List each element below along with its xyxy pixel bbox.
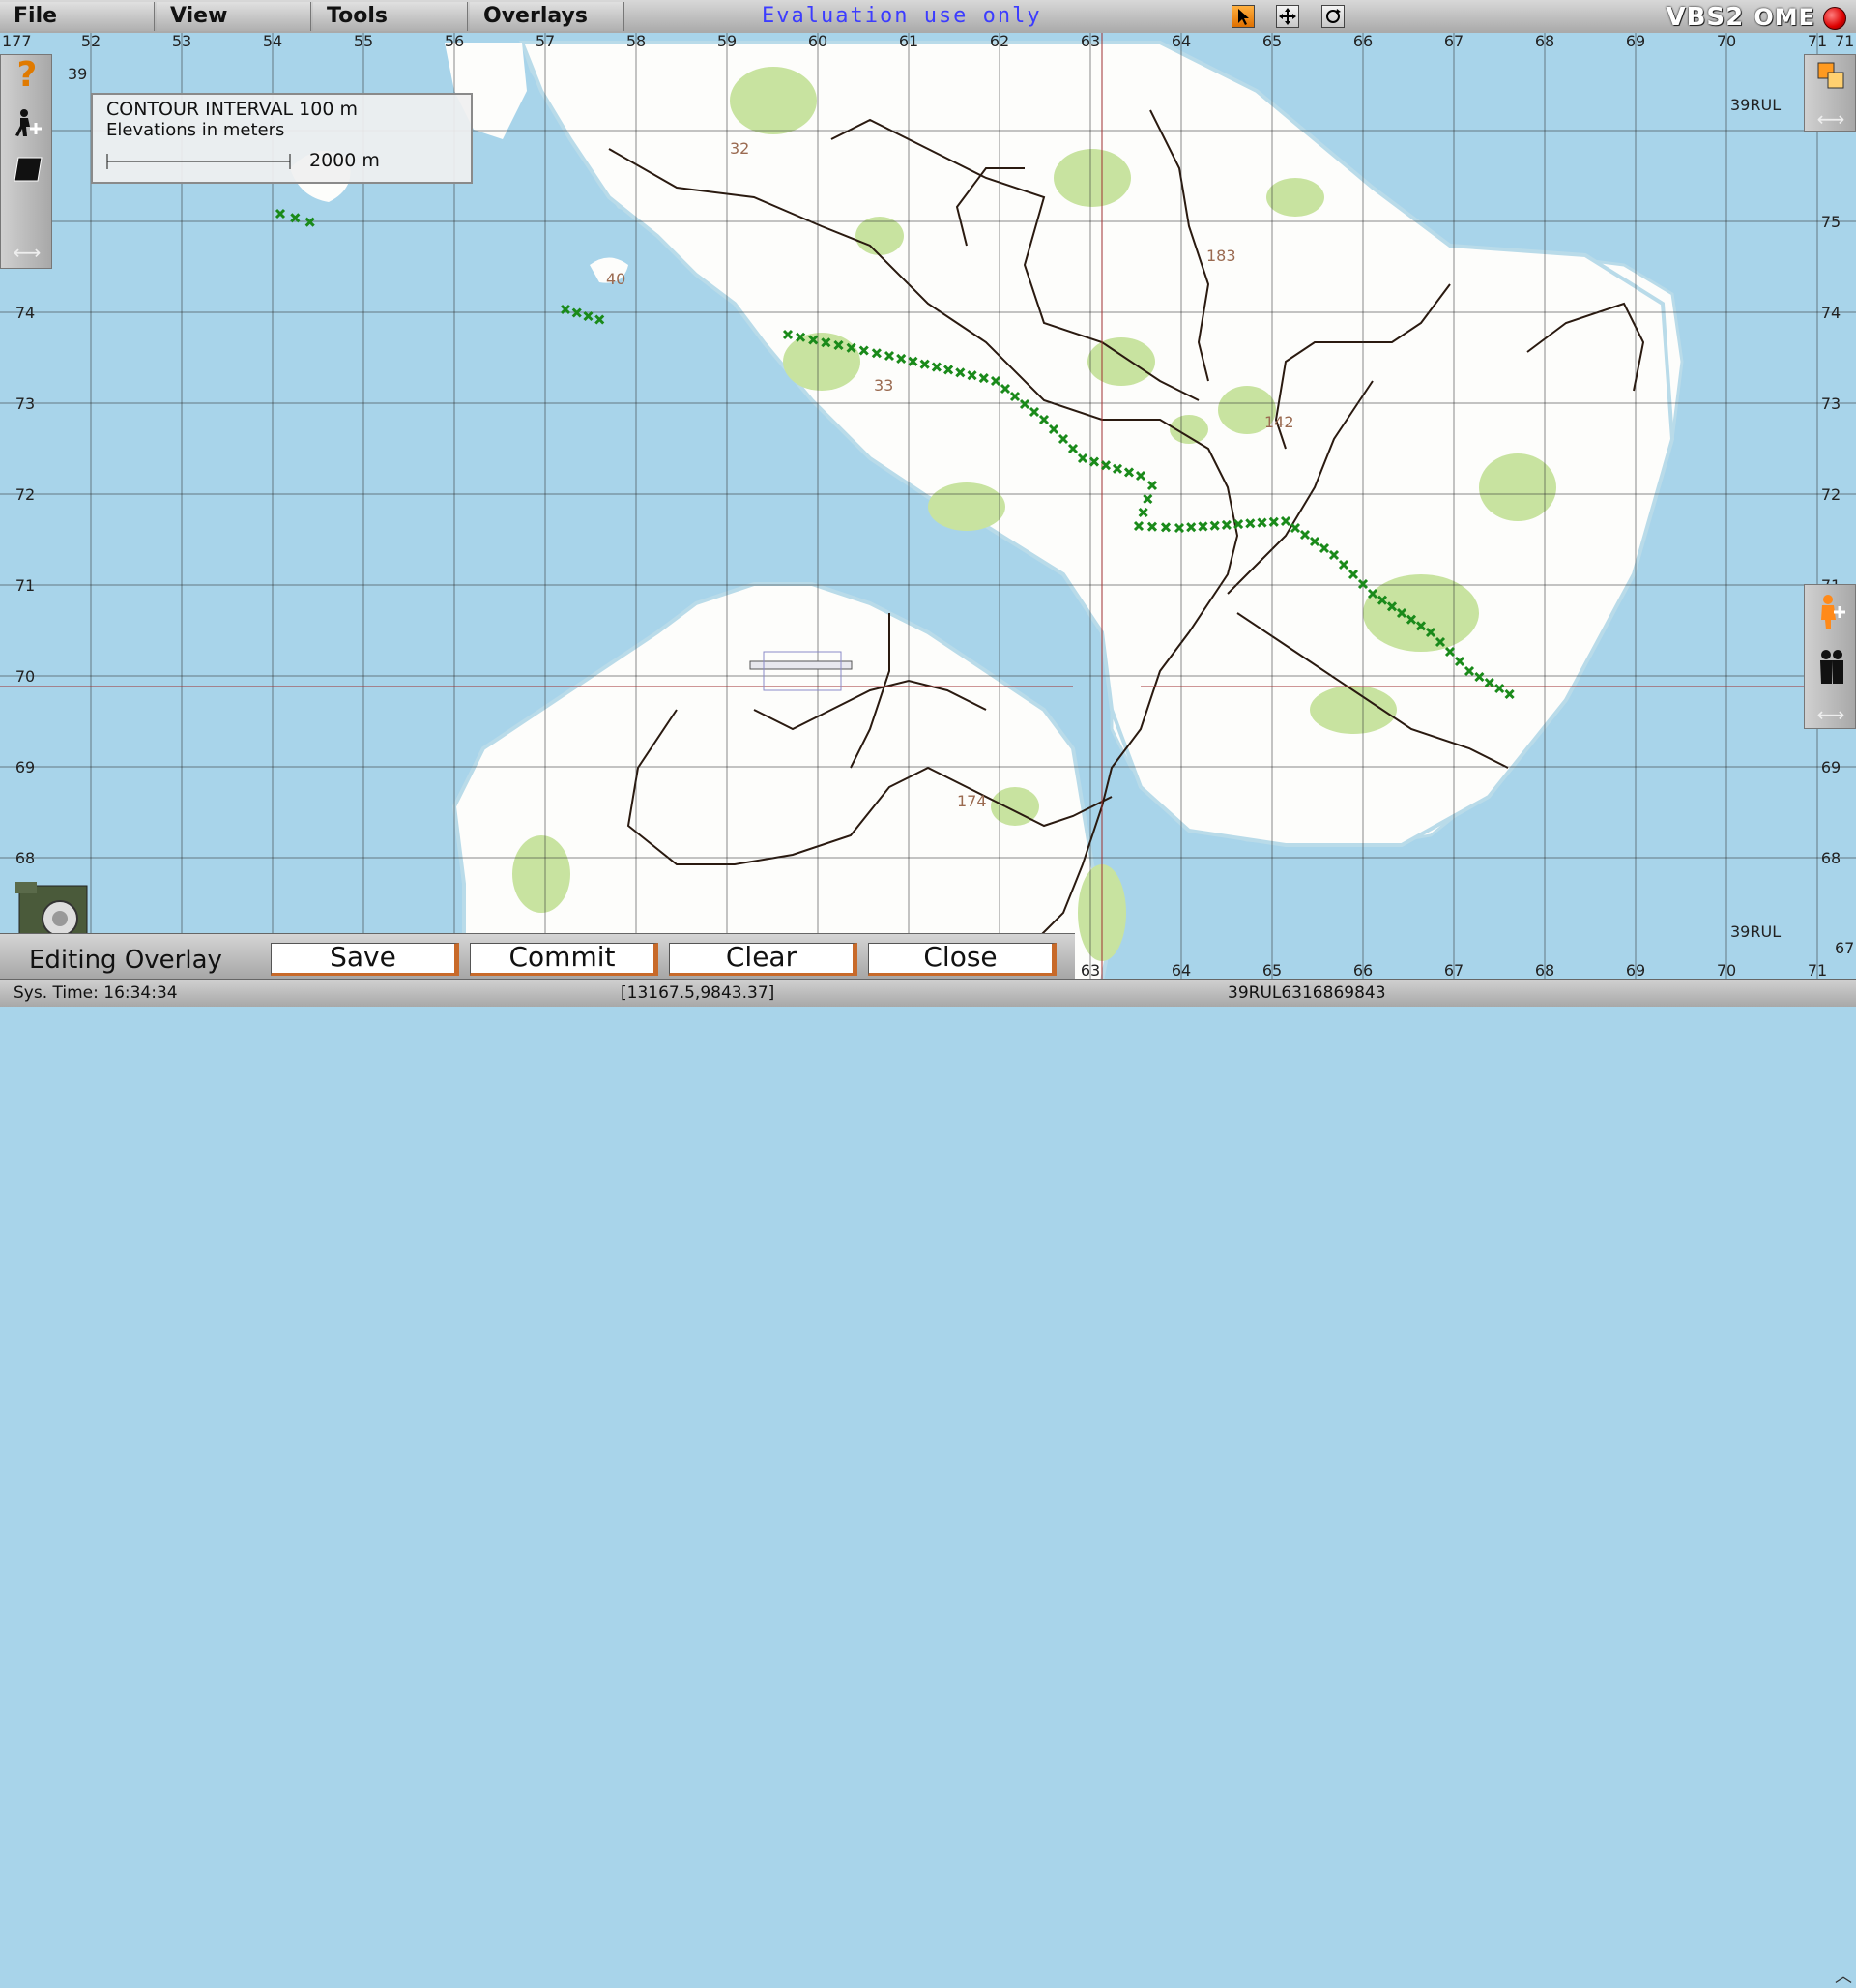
grid-label-top: 62 [990,33,1009,50]
grid-label-right: 75 [1821,213,1841,231]
record-indicator-icon[interactable] [1823,7,1846,30]
grid-label-top: 60 [808,33,827,50]
menu-overlays[interactable]: Overlays [470,2,624,31]
grid-label-left: 71 [15,576,35,595]
grid-label-bottom: 67 [1444,961,1464,979]
grid-label-top: 65 [1262,33,1282,50]
grid-label-top: 70 [1717,33,1736,50]
clear-button[interactable]: Clear [669,943,857,976]
cursor-coordinates: [13167.5,9843.37] [621,983,775,1003]
grid-label-bottom: 69 [1626,961,1645,979]
save-button[interactable]: Save [271,943,459,976]
top-menu-bar: File View Tools Overlays Evaluation use … [0,0,1856,34]
grid-label-top: 59 [717,33,737,50]
grid-corner-label: 177 [2,33,32,50]
map-legend: CONTOUR INTERVAL 100 m Elevations in met… [91,93,473,184]
grid-label-right: 72 [1821,485,1841,504]
grid-label-top: 52 [81,33,101,50]
grid-label-right: 68 [1821,849,1841,867]
grid-label-right: 74 [1821,304,1841,322]
grid-zone-label: 39RUL [1730,96,1781,114]
grid-zone-label-left: 39 [68,65,87,83]
grid-label-left: 72 [15,485,35,504]
grid-label-right: 69 [1821,758,1841,776]
menu-file[interactable]: File [0,2,155,31]
grid-label-top: 55 [354,33,373,50]
scale-label: 2000 m [309,150,380,171]
grid-label-bottom: 68 [1535,961,1554,979]
grid-label-bottom: 63 [1081,961,1100,979]
grid-zone-label-bottom: 39RUL [1730,922,1781,941]
map-view[interactable]: 52 53 54 55 56 57 58 59 60 61 62 63 64 65 66 67 68 69 70 71… [0,33,1856,980]
scale-bar [106,154,291,169]
pointer-icon [1238,9,1249,25]
grid-label-bottom: 64 [1172,961,1191,979]
elevation-label: 183 [1206,247,1236,265]
grid-label-top: 64 [1172,33,1191,50]
grid-label-top: 61 [899,33,918,50]
map-layer-icon[interactable] [13,152,43,182]
system-time: Sys. Time: 16:34:34 [14,983,178,1003]
grid-corner-label-right: 71 [1835,33,1854,50]
expand-units-panel-icon[interactable]: ⟷ [1812,705,1849,724]
evaluation-notice: Evaluation use only [762,4,1042,28]
grid-label-right: 73 [1821,395,1841,413]
grid-label-left: 73 [15,395,35,413]
help-icon[interactable]: ? [13,58,42,93]
grid-corner-label-bottom: 67 [1835,939,1854,957]
grid-label-top: 63 [1081,33,1100,50]
right-tool-panel-units: ⟷ [1804,584,1856,729]
grid-label-top: 54 [263,33,282,50]
pan-tool-button[interactable] [1276,5,1299,28]
grid-label-top: 57 [536,33,555,50]
menu-view[interactable]: View [157,2,311,31]
expand-left-panel-icon[interactable]: ⟷ [9,243,45,262]
elevation-label: 174 [957,792,987,810]
rotate-tool-button[interactable] [1321,5,1345,28]
grid-label-bottom: 71 [1808,961,1827,979]
grid-label-left: 70 [15,667,35,686]
grid-label-top: 58 [626,33,646,50]
status-bar: Sys. Time: 16:34:34 [13167.5,9843.37] 39… [0,979,1856,1987]
overlay-layers-icon[interactable] [1816,61,1845,90]
grid-label-top: 69 [1626,33,1645,50]
commit-button[interactable]: Commit [470,943,658,976]
vehicle-compass-icon[interactable] [14,882,93,938]
collapse-icon[interactable]: ︿ [1835,1963,1852,1988]
elevation-label: 40 [606,270,625,288]
right-tool-panel-top: ⟷ [1804,54,1856,132]
grid-label-top: 53 [172,33,191,50]
menu-tools[interactable]: Tools [313,2,468,31]
select-tool-button[interactable] [1232,5,1255,28]
grid-label-bottom: 65 [1262,961,1282,979]
grid-label-bottom: 70 [1717,961,1736,979]
group-units-icon[interactable] [1816,647,1845,684]
left-tool-panel: ? ⟷ [0,54,52,269]
grid-label-left: 74 [15,304,35,322]
brand-logo: VBS2 OME [1666,3,1815,32]
grid-label-top: 56 [445,33,464,50]
grid-label-left: 68 [15,849,35,867]
elevation-label: 32 [730,139,749,158]
grid-reference: 39RUL6316869843 [1228,983,1386,1003]
grid-label-top: 67 [1444,33,1464,50]
grid-label-left: 69 [15,758,35,776]
grid-label-bottom: 66 [1353,961,1373,979]
legend-subtitle: Elevations in meters [106,120,285,140]
overlay-edit-bar: Editing Overlay Save Commit Clear Close [0,933,1075,980]
elevation-label: 142 [1264,413,1294,431]
move-icon [1279,8,1296,25]
add-unit-icon[interactable] [13,107,42,136]
rotate-icon [1326,9,1341,23]
grid-label-top: 66 [1353,33,1373,50]
editing-overlay-label: Editing Overlay [29,946,222,975]
add-friendly-unit-icon[interactable] [1816,593,1845,629]
elevation-label: 33 [874,376,893,395]
grid-label-top: 68 [1535,33,1554,50]
expand-right-panel-icon[interactable]: ⟷ [1812,109,1849,129]
close-button[interactable]: Close [868,943,1057,976]
legend-title: CONTOUR INTERVAL 100 m [106,99,358,120]
grid-label-top: 71 [1808,33,1827,50]
